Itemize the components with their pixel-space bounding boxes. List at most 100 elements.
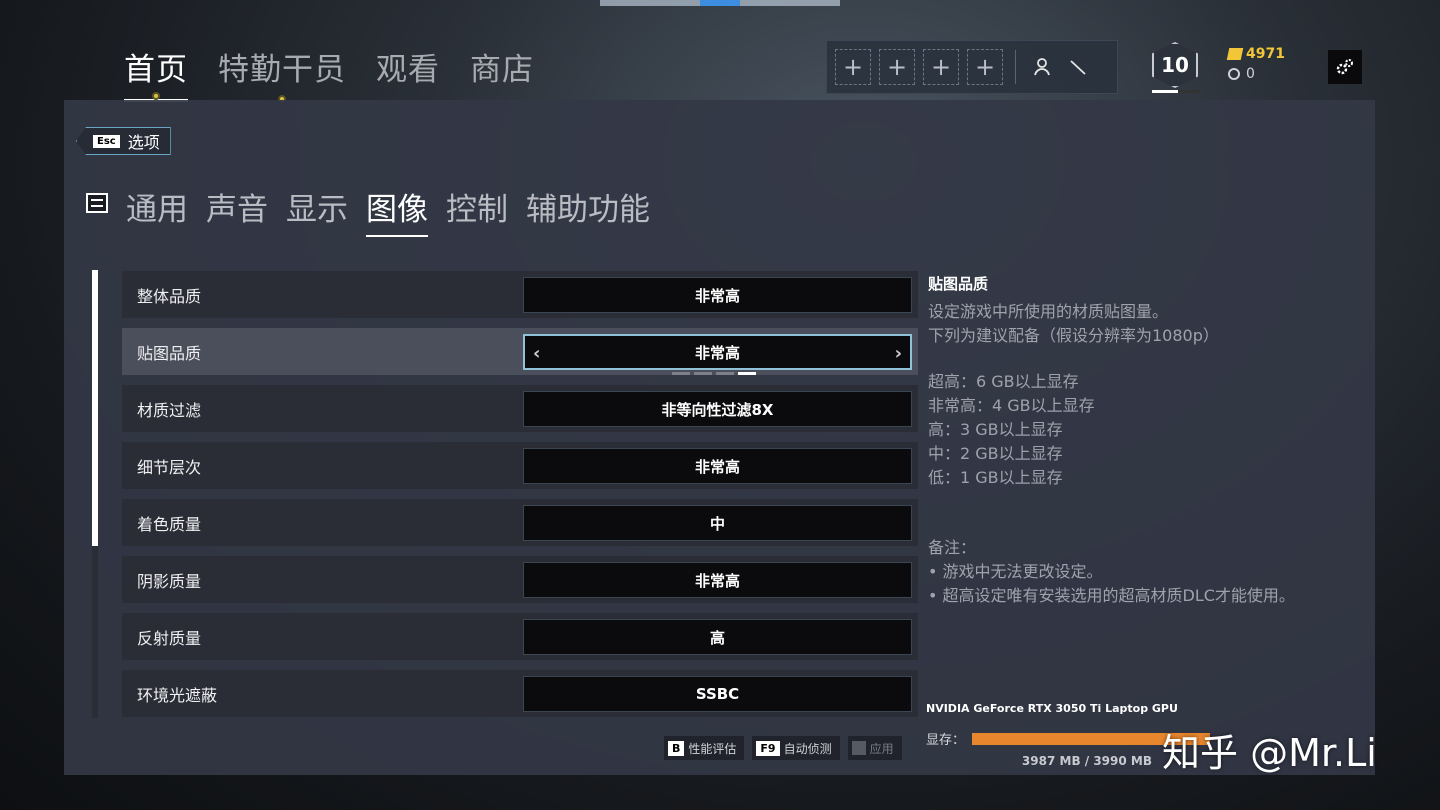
setting-description: 贴图品质 设定游戏中所使用的材质贴图量。 下列为建议配备（假设分辨率为1080p… bbox=[928, 272, 1348, 608]
tab-general[interactable]: 通用 bbox=[126, 184, 188, 237]
setting-value[interactable]: 高 bbox=[523, 619, 912, 655]
graphics-settings-list: 整体品质 非常高 贴图品质 ‹ 非常高 › 材质过滤 非等向性过滤8X 细节层次… bbox=[122, 271, 918, 727]
tab-operators-label: 特勤干员 bbox=[218, 52, 346, 88]
tab-store-label: 商店 bbox=[470, 52, 534, 88]
renown-icon bbox=[1226, 48, 1244, 60]
credits-amount: 4971 bbox=[1246, 46, 1285, 62]
setting-label: 材质过滤 bbox=[137, 400, 202, 420]
setting-label: 细节层次 bbox=[137, 457, 202, 477]
currency-display[interactable]: 4971 0 bbox=[1226, 46, 1285, 82]
setting-value[interactable]: SSBC bbox=[523, 676, 912, 712]
tab-watch[interactable]: 观看 bbox=[376, 44, 440, 102]
tab-home-label: 首页 bbox=[124, 52, 188, 88]
tab-audio[interactable]: 声音 bbox=[206, 184, 268, 237]
settings-gear-button[interactable] bbox=[1328, 50, 1362, 84]
notification-dot bbox=[152, 92, 160, 100]
key-hint: F9 bbox=[756, 740, 780, 756]
vram-requirement: 超高：6 GB以上显存 bbox=[928, 372, 1079, 391]
vram-requirement: 非常高：4 GB以上显存 bbox=[928, 396, 1095, 415]
note-title: 备注： bbox=[928, 538, 977, 557]
scrollbar-thumb[interactable] bbox=[92, 270, 98, 546]
party-settings-icon[interactable] bbox=[1060, 49, 1096, 85]
setting-value-text: 高 bbox=[709, 628, 725, 647]
setting-label: 反射质量 bbox=[137, 628, 202, 648]
add-squad-slot-4[interactable]: + bbox=[967, 49, 1003, 85]
options-panel: Esc 选项 通用 声音 显示 图像 控制 辅助功能 整体品质 非常高 贴图品质… bbox=[64, 100, 1375, 775]
chevron-left-icon[interactable]: ‹ bbox=[533, 343, 540, 364]
level-number: 10 bbox=[1161, 53, 1189, 77]
tab-store[interactable]: 商店 bbox=[470, 44, 534, 102]
top-nav: 首页 特勤干员 观看 商店 + + + + 10 4971 0 bbox=[0, 0, 1440, 103]
setting-row-shading-quality[interactable]: 着色质量 中 bbox=[122, 499, 918, 546]
tab-graphics[interactable]: 图像 bbox=[366, 184, 428, 237]
profile-icon[interactable] bbox=[1024, 49, 1060, 85]
setting-value[interactable]: ‹ 非常高 › bbox=[523, 334, 912, 370]
add-squad-slot-1[interactable]: + bbox=[835, 49, 871, 85]
setting-value[interactable]: 非等向性过滤8X bbox=[523, 391, 912, 427]
setting-label: 环境光遮蔽 bbox=[137, 685, 218, 705]
apply-button[interactable]: 应用 bbox=[847, 736, 902, 760]
r6-credits: 0 bbox=[1228, 66, 1285, 82]
player-level[interactable]: 10 bbox=[1152, 42, 1200, 94]
setting-value-text: 非常高 bbox=[694, 571, 740, 590]
setting-value[interactable]: 非常高 bbox=[523, 277, 912, 313]
setting-value-text: 非等向性过滤8X bbox=[661, 400, 774, 419]
setting-row-reflection-quality[interactable]: 反射质量 高 bbox=[122, 613, 918, 660]
note-line: • 超高设定唯有安装选用的超高材质DLC才能使用。 bbox=[928, 586, 1295, 605]
watermark: 知乎 @Mr.Li bbox=[1162, 731, 1377, 775]
back-button[interactable]: Esc 选项 bbox=[76, 127, 171, 155]
tab-operators[interactable]: 特勤干员 bbox=[218, 44, 346, 103]
setting-label: 贴图品质 bbox=[137, 343, 202, 363]
squad-panel: + + + + bbox=[826, 40, 1118, 94]
options-tabs: 通用 声音 显示 图像 控制 辅助功能 bbox=[126, 184, 650, 237]
setting-label: 阴影质量 bbox=[137, 571, 202, 591]
setting-row-lod[interactable]: 细节层次 非常高 bbox=[122, 442, 918, 489]
setting-row-ambient-occlusion[interactable]: 环境光遮蔽 SSBC bbox=[122, 670, 918, 717]
esc-key-hint: Esc bbox=[93, 134, 120, 148]
setting-value[interactable]: 中 bbox=[523, 505, 912, 541]
note-line: • 游戏中无法更改设定。 bbox=[928, 562, 1103, 581]
setting-value-text: 非常高 bbox=[694, 343, 740, 362]
button-label: 应用 bbox=[869, 741, 894, 756]
vram-requirement: 低：1 GB以上显存 bbox=[928, 468, 1063, 487]
setting-value[interactable]: 非常高 bbox=[523, 448, 912, 484]
coin-icon bbox=[1228, 68, 1240, 80]
description-line: 设定游戏中所使用的材质贴图量。 bbox=[928, 302, 1169, 321]
tab-accessibility[interactable]: 辅助功能 bbox=[526, 184, 650, 237]
button-label: 性能评估 bbox=[688, 741, 737, 756]
setting-label: 整体品质 bbox=[137, 286, 202, 306]
vram-label: 显存： bbox=[926, 733, 966, 748]
vram-requirement: 中：2 GB以上显存 bbox=[928, 444, 1063, 463]
setting-value-text: 非常高 bbox=[694, 457, 740, 476]
settings-scrollbar[interactable] bbox=[92, 270, 98, 718]
footer-actions: B 性能评估 F9 自动侦测 应用 bbox=[664, 736, 902, 760]
back-label: 选项 bbox=[127, 133, 160, 152]
setting-row-texture-filtering[interactable]: 材质过滤 非等向性过滤8X bbox=[122, 385, 918, 432]
tab-controls[interactable]: 控制 bbox=[446, 184, 508, 237]
key-hint: B bbox=[668, 740, 685, 756]
add-squad-slot-3[interactable]: + bbox=[923, 49, 959, 85]
benchmark-button[interactable]: B 性能评估 bbox=[664, 736, 745, 760]
value-level-indicator bbox=[672, 372, 756, 375]
coins-amount: 0 bbox=[1246, 66, 1255, 82]
squad-divider bbox=[1015, 50, 1016, 84]
button-label: 自动侦测 bbox=[783, 741, 832, 756]
tab-display[interactable]: 显示 bbox=[286, 184, 348, 237]
description-title: 贴图品质 bbox=[928, 275, 989, 293]
auto-detect-button[interactable]: F9 自动侦测 bbox=[752, 736, 840, 760]
setting-row-shadow-quality[interactable]: 阴影质量 非常高 bbox=[122, 556, 918, 603]
setting-row-texture-quality[interactable]: 贴图品质 ‹ 非常高 › bbox=[122, 328, 918, 375]
renown-credits: 4971 bbox=[1226, 46, 1285, 62]
chevron-right-icon[interactable]: › bbox=[895, 343, 902, 364]
add-squad-slot-2[interactable]: + bbox=[879, 49, 915, 85]
setting-value-text: 非常高 bbox=[694, 286, 740, 305]
tab-home[interactable]: 首页 bbox=[124, 44, 188, 102]
vram-requirement: 高：3 GB以上显存 bbox=[928, 420, 1063, 439]
setting-value[interactable]: 非常高 bbox=[523, 562, 912, 598]
tab-watch-label: 观看 bbox=[376, 52, 440, 88]
key-hint-icon bbox=[851, 741, 866, 755]
gpu-name: NVIDIA GeForce RTX 3050 Ti Laptop GPU bbox=[926, 702, 1178, 715]
description-line: 下列为建议配备（假设分辨率为1080p） bbox=[928, 326, 1219, 345]
gear-icon bbox=[1336, 59, 1353, 75]
setting-row-overall-quality[interactable]: 整体品质 非常高 bbox=[122, 271, 918, 318]
